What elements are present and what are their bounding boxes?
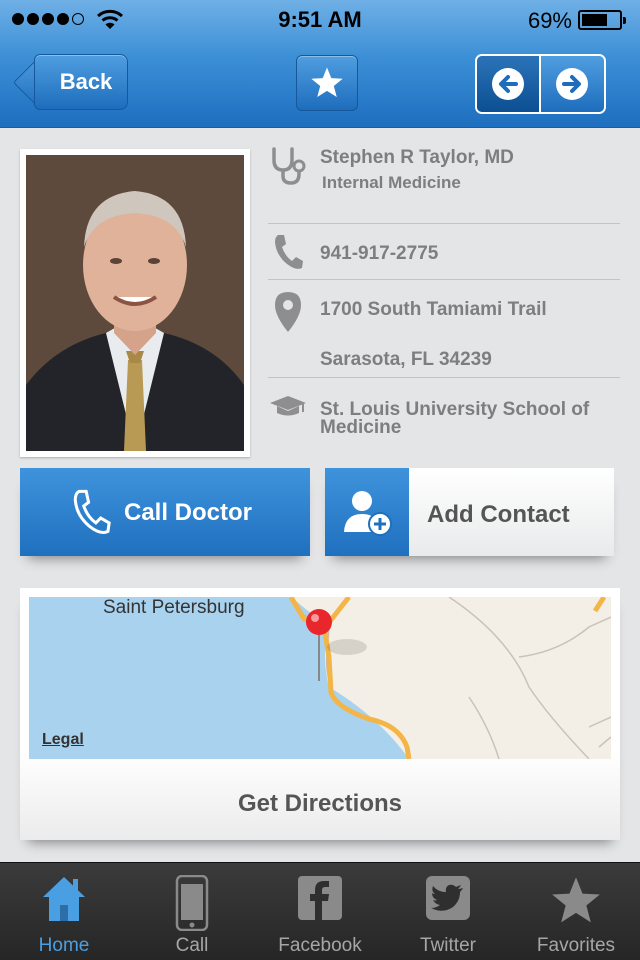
next-button[interactable] <box>540 56 604 112</box>
facebook-icon <box>298 876 342 920</box>
call-doctor-label: Call Doctor <box>124 499 253 526</box>
tab-label: Call <box>175 935 209 956</box>
graduation-cap-icon <box>270 396 306 416</box>
location-map[interactable]: Saint Petersburg Legal <box>29 597 611 759</box>
doctor-name: Stephen R Taylor, MD <box>320 147 514 168</box>
tab-label: Favorites <box>536 935 616 956</box>
doctor-specialty: Internal Medicine <box>322 173 461 192</box>
tab-bar: Home Call Facebook Twitter Favorites <box>0 862 640 960</box>
home-icon <box>43 877 85 921</box>
map-city-label: Saint Petersburg <box>103 597 245 618</box>
back-button-label: Back <box>59 69 113 94</box>
stethoscope-icon <box>272 147 306 185</box>
tab-favorites[interactable]: Favorites <box>512 863 640 960</box>
back-button[interactable]: Back <box>34 54 128 110</box>
doctor-portrait <box>26 155 244 451</box>
address-line-2[interactable]: Sarasota, FL 34239 <box>320 349 492 371</box>
add-contact-icon-box <box>325 468 409 556</box>
tab-call[interactable]: Call <box>128 863 256 960</box>
prev-next-segment <box>475 54 606 114</box>
battery-icon <box>578 10 626 30</box>
star-icon <box>311 67 343 98</box>
divider <box>268 223 620 224</box>
top-bar: 9:51 AM 69% Back <box>0 0 640 128</box>
tab-home[interactable]: Home <box>0 863 128 960</box>
call-doctor-button[interactable]: Call Doctor <box>20 468 310 556</box>
arrow-left-icon <box>491 68 524 100</box>
tab-label: Facebook <box>278 935 362 956</box>
location-pin-icon <box>275 292 301 332</box>
map-legal-link[interactable]: Legal <box>42 731 84 749</box>
divider <box>268 377 620 378</box>
phone-icon <box>175 875 209 931</box>
tab-facebook[interactable]: Facebook <box>256 863 384 960</box>
doctor-phone[interactable]: 941-917-2775 <box>320 243 438 265</box>
get-directions-button[interactable]: Get Directions <box>20 790 620 818</box>
tab-twitter[interactable]: Twitter <box>384 863 512 960</box>
status-bar: 9:51 AM 69% <box>0 0 640 40</box>
star-icon <box>552 877 600 923</box>
tab-label: Home <box>38 935 90 956</box>
phone-icon <box>275 235 303 269</box>
add-contact-button[interactable]: Add Contact <box>325 468 614 556</box>
doctor-photo <box>20 149 250 457</box>
map-card: Saint Petersburg Legal Get Directions <box>20 588 620 840</box>
previous-button[interactable] <box>477 56 541 112</box>
add-contact-label: Add Contact <box>427 501 570 528</box>
phone-icon <box>73 489 111 534</box>
address-line-1[interactable]: 1700 South Tamiami Trail <box>320 299 547 321</box>
divider <box>268 279 620 280</box>
arrow-right-icon <box>556 68 589 100</box>
favorite-button[interactable] <box>296 55 358 111</box>
add-user-icon <box>344 491 392 536</box>
tab-label: Twitter <box>420 935 476 956</box>
twitter-icon <box>426 876 470 920</box>
doctor-education: St. Louis University School of Medicine <box>320 399 590 438</box>
battery-percentage: 69% <box>527 8 572 33</box>
